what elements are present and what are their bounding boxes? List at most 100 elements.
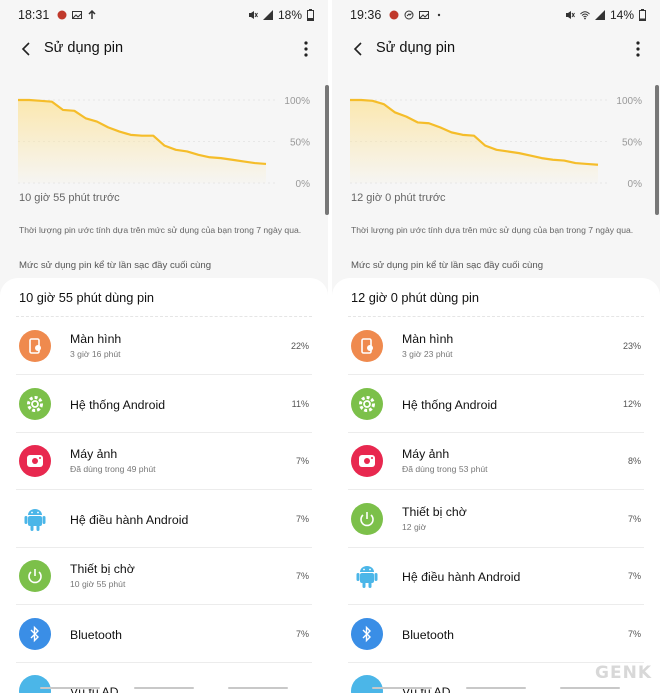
screen-icon (351, 330, 383, 362)
app-usage-row[interactable]: Thiết bị chờ 12 giờ 7% (332, 491, 660, 548)
power-icon (351, 502, 383, 535)
app-usage-percent: 7% (295, 456, 309, 466)
back-arrow-icon[interactable] (348, 38, 370, 60)
usage-card: 10 giờ 55 phút dùng pin Màn hình 3 giờ 16… (0, 278, 328, 693)
app-header: Sử dụng pin (0, 34, 328, 64)
app-name: Hệ điều hành Android (402, 570, 521, 584)
mute-icon (565, 11, 575, 19)
app-usage-row[interactable]: Thiết bị chờ 10 giờ 55 phút 7% (0, 548, 328, 605)
dot-icon (438, 13, 441, 17)
app-name: Máy ảnh (402, 447, 450, 461)
signal-icon (262, 10, 273, 20)
app-usage-percent: 7% (295, 628, 309, 639)
usage-total: 10 giờ 55 phút dùng pin (19, 290, 155, 305)
mute-icon (248, 11, 258, 19)
bluetooth-icon (351, 617, 383, 650)
app-usage-row[interactable]: Hệ điều hành Android 7% (0, 491, 328, 548)
section-heading: Mức sử dụng pin kể từ lần sạc đầy cuối c… (351, 260, 544, 271)
app-usage-percent: 7% (295, 513, 309, 524)
app-name: Màn hình (402, 332, 454, 346)
app-name: Thiết bị chờ (70, 562, 135, 576)
messenger-icon (404, 10, 414, 20)
android-icon (19, 503, 51, 535)
app-usage-row[interactable]: Màn hình 3 giờ 23 phút 23% (332, 318, 660, 375)
app-usage-percent: 7% (627, 513, 641, 524)
usage-card: 12 giờ 0 phút dùng pin Màn hình 3 giờ 23 … (332, 278, 660, 693)
battery-icon (639, 9, 646, 21)
status-bar: 19:36 14% (332, 0, 660, 30)
app-name: Máy ảnh (70, 447, 118, 461)
app-name: Hệ điều hành Android (70, 512, 189, 527)
page-title: Sử dụng pin (44, 40, 124, 56)
bluetooth-icon (19, 617, 51, 650)
gear-icon (351, 387, 383, 420)
app-usage-percent: 7% (627, 628, 641, 639)
usage-total: 12 giờ 0 phút dùng pin (351, 290, 479, 305)
y-tick-label: 50% (290, 138, 310, 149)
app-usage-percent: 7% (627, 571, 641, 581)
chart-start-label: 10 giờ 55 phút trước (19, 192, 120, 204)
notification-app-icon (389, 10, 399, 20)
camera-icon (351, 445, 383, 477)
status-time: 19:36 (350, 8, 382, 22)
app-header: Sử dụng pin (332, 34, 660, 64)
battery-icon (307, 9, 314, 21)
app-usage-time: 3 giờ 16 phút (70, 349, 121, 359)
app-name: Thiết bị chờ (402, 504, 467, 519)
notification-app-icon (57, 10, 67, 20)
y-tick-label: 0% (296, 179, 311, 190)
y-tick-label: 100% (284, 96, 310, 107)
y-tick-label: 100% (616, 96, 642, 107)
gear-icon (19, 387, 51, 420)
app-usage-row[interactable]: Hệ điều hành Android 7% (332, 548, 660, 605)
phone-right: 19:36 14% Sử dụng pin 100% 50% 0% 12 giờ 0… (332, 0, 660, 693)
app-usage-time: 12 giờ (402, 521, 427, 532)
page-title: Sử dụng pin (376, 40, 456, 56)
app-usage-time: 10 giờ 55 phút (70, 579, 126, 589)
app-name: Bluetooth (70, 627, 122, 642)
app-name: Hệ thống Android (70, 397, 166, 412)
more-options-icon[interactable] (302, 38, 310, 60)
app-usage-row[interactable]: Máy ảnh Đã dùng trong 49 phút 7% (0, 433, 328, 490)
more-options-icon[interactable] (634, 38, 642, 60)
battery-chart: 100% 50% 0% (18, 96, 311, 190)
nav-bar (332, 683, 660, 693)
app-name: Màn hình (70, 332, 122, 346)
nav-bar (0, 683, 328, 693)
camera-icon (19, 445, 51, 477)
y-tick-label: 50% (622, 138, 642, 149)
app-usage-row[interactable]: Bluetooth 7% (0, 606, 328, 663)
app-usage-time: Đã dùng trong 49 phút (70, 464, 156, 474)
back-arrow-icon[interactable] (16, 38, 38, 60)
app-name: Bluetooth (402, 627, 454, 642)
app-usage-row[interactable]: Máy ảnh Đã dùng trong 53 phút 8% (332, 433, 660, 490)
app-usage-percent: 11% (291, 398, 309, 409)
screen-icon (19, 330, 51, 362)
image-icon (419, 11, 430, 19)
screenshot-comparison: 18:31 18% Sử dụng pin 100% 50% 0% 10 giờ 5… (0, 0, 660, 693)
app-usage-percent: 8% (627, 456, 641, 466)
app-usage-row[interactable]: Hệ thống Android 12% (332, 376, 660, 433)
status-bar: 18:31 18% (0, 0, 328, 30)
battery-percent: 14% (609, 8, 634, 22)
scrollbar-right[interactable] (655, 85, 659, 215)
app-usage-row[interactable]: Màn hình 3 giờ 16 phút 22% (0, 318, 328, 375)
scrollbar-left[interactable] (325, 85, 329, 215)
app-usage-time: 3 giờ 23 phút (402, 349, 453, 359)
wifi-icon (580, 11, 590, 20)
status-time: 18:31 (18, 8, 50, 22)
image-icon (72, 11, 83, 19)
estimate-note: Thời lượng pin ước tính dựa trên mức sử … (19, 225, 302, 235)
app-usage-row[interactable]: Hệ thống Android 11% (0, 376, 328, 433)
estimate-note: Thời lượng pin ước tính dựa trên mức sử … (351, 225, 634, 235)
app-usage-row[interactable]: Bluetooth 7% (332, 606, 660, 663)
watermark-logo: GENK (595, 663, 652, 683)
upload-icon (88, 10, 96, 19)
y-tick-label: 0% (628, 179, 643, 190)
app-usage-percent: 7% (295, 571, 309, 581)
battery-percent: 18% (277, 8, 302, 22)
app-usage-percent: 12% (622, 398, 641, 409)
app-usage-percent: 22% (290, 341, 309, 351)
app-usage-percent: 23% (622, 341, 641, 351)
chart-start-label: 12 giờ 0 phút trước (351, 192, 446, 204)
